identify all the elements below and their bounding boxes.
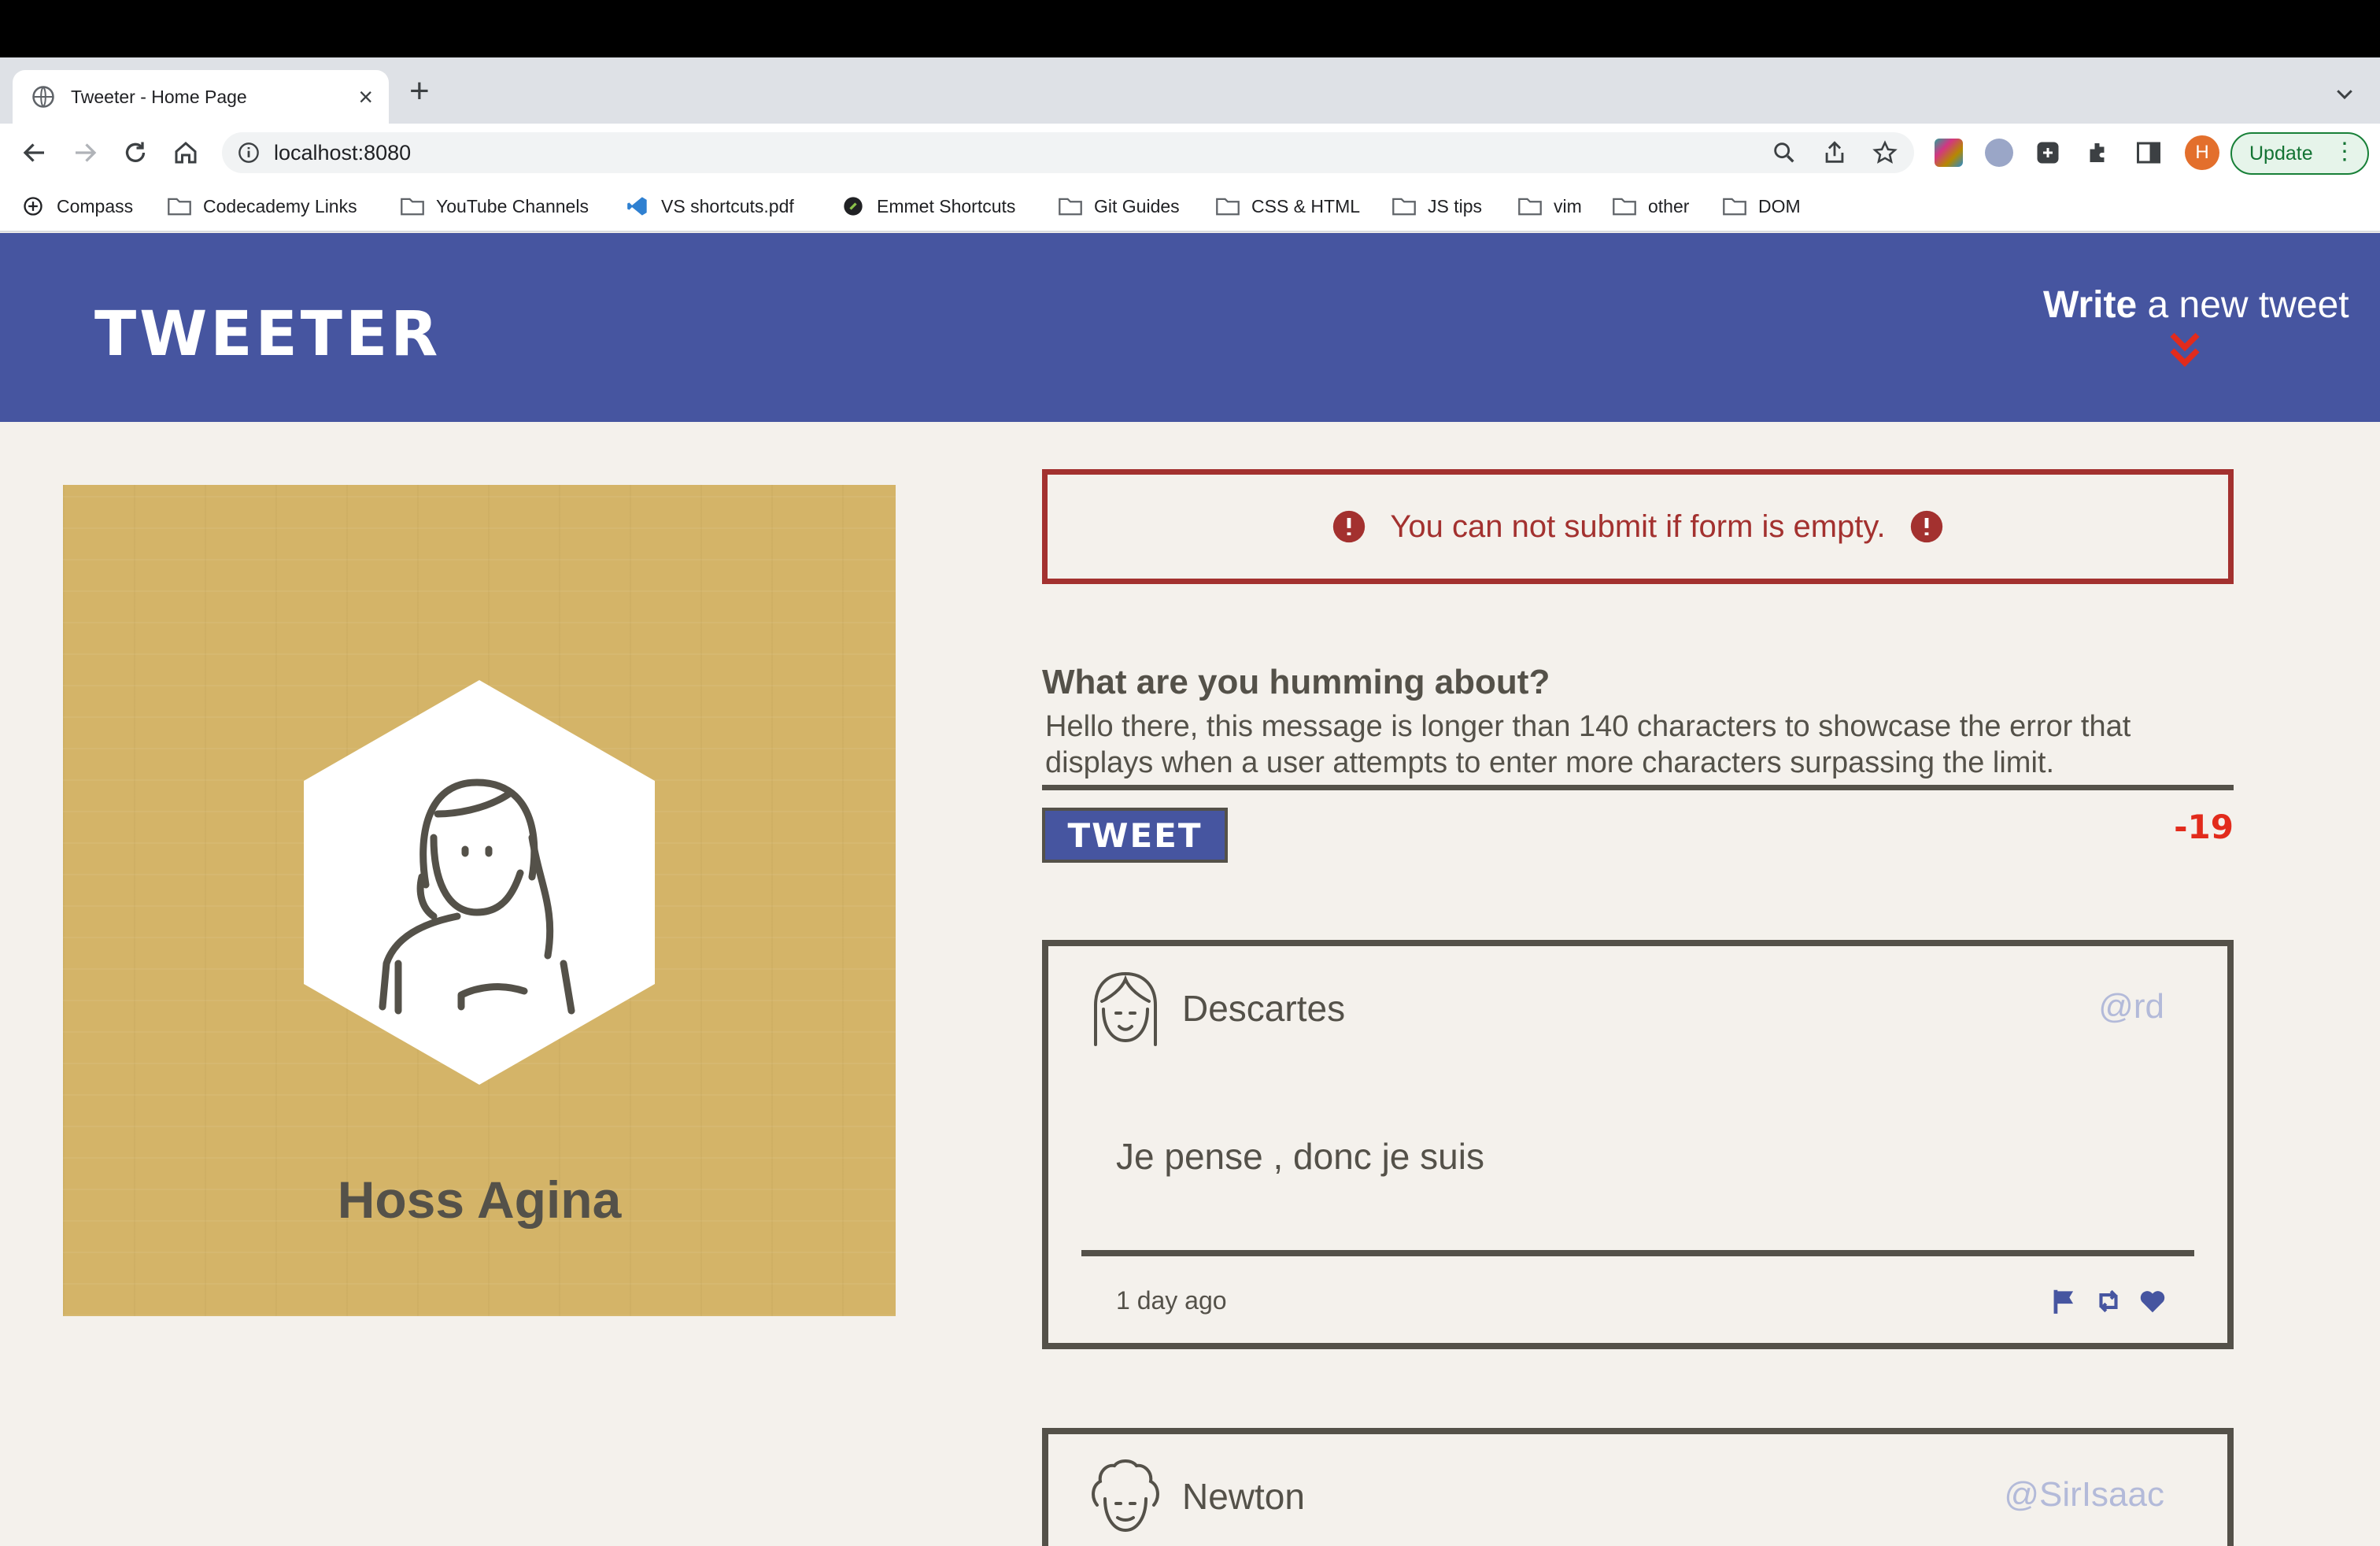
profile-avatar[interactable]: H xyxy=(2185,135,2219,170)
new-tab-button[interactable]: + xyxy=(409,74,430,109)
site-logo[interactable]: TWEETER xyxy=(94,299,441,370)
bookmark-emmet[interactable]: Emmet Shortcuts xyxy=(841,192,1015,220)
zoom-search-icon[interactable] xyxy=(1771,139,1798,166)
bookmark-label: JS tips xyxy=(1428,195,1483,216)
bookmark-folder-youtube[interactable]: YouTube Channels xyxy=(400,192,589,220)
bookmark-star-icon[interactable] xyxy=(1872,139,1898,166)
folder-icon xyxy=(1613,198,1636,216)
user-avatar-icon xyxy=(304,680,655,1085)
vscode-icon xyxy=(627,197,647,216)
tweet-button[interactable]: TWEET xyxy=(1042,808,1228,863)
tweet-actions xyxy=(2049,1286,2168,1316)
write-new-tweet-link[interactable]: Write a new tweet xyxy=(2043,283,2349,327)
double-chevron-down-icon[interactable] xyxy=(2168,331,2202,370)
bookmark-folder-git[interactable]: Git Guides xyxy=(1058,192,1180,220)
address-bar[interactable]: localhost:8080 xyxy=(222,132,1914,173)
globe-icon xyxy=(32,86,54,108)
character-counter: -19 xyxy=(2174,808,2234,846)
side-panel-icon[interactable] xyxy=(2134,139,2163,167)
share-icon[interactable] xyxy=(1821,139,1848,166)
bookmark-folder-other[interactable]: other xyxy=(1612,192,1689,220)
tab-strip: Tweeter - Home Page × xyxy=(0,57,2380,124)
exclamation-circle-icon xyxy=(1910,510,1942,543)
bookmark-label: Compass xyxy=(57,195,134,216)
bookmark-label: Emmet Shortcuts xyxy=(877,195,1016,216)
tweet-divider xyxy=(1081,1250,2194,1256)
emmet-icon xyxy=(844,197,863,216)
folder-icon xyxy=(1392,198,1416,216)
extension-me-icon[interactable] xyxy=(1985,139,2013,167)
url-text[interactable]: localhost:8080 xyxy=(274,141,411,165)
compass-icon xyxy=(24,197,42,216)
bookmark-vs-shortcuts[interactable]: VS shortcuts.pdf xyxy=(625,192,794,220)
folder-icon xyxy=(1216,198,1240,216)
folder-icon xyxy=(401,198,424,216)
tab-tweeter-home[interactable]: Tweeter - Home Page × xyxy=(13,70,389,124)
reload-icon[interactable] xyxy=(121,139,150,167)
bookmark-folder-js-tips[interactable]: JS tips xyxy=(1391,192,1482,220)
write-bold: Write xyxy=(2043,284,2138,326)
update-label: Update xyxy=(2249,142,2313,165)
extension-grammar-icon[interactable] xyxy=(2034,139,2062,167)
site-info-icon[interactable] xyxy=(238,142,260,164)
bookmark-label: vim xyxy=(1554,195,1582,216)
chevron-down-icon[interactable] xyxy=(2333,82,2356,105)
retweet-icon[interactable] xyxy=(2094,1286,2123,1316)
tweet-timestamp: 1 day ago xyxy=(1116,1286,1227,1315)
forward-icon[interactable] xyxy=(71,139,99,167)
tweet-textarea[interactable]: Hello there, this message is longer than… xyxy=(1042,708,2234,790)
bookmark-folder-vim[interactable]: vim xyxy=(1517,192,1582,220)
flag-icon[interactable] xyxy=(2049,1286,2079,1316)
bookmark-label: CSS & HTML xyxy=(1251,195,1361,216)
heart-icon[interactable] xyxy=(2138,1286,2168,1316)
bookmark-label: DOM xyxy=(1758,195,1801,216)
bookmark-folder-css-html[interactable]: CSS & HTML xyxy=(1215,192,1360,220)
bookmark-label: other xyxy=(1648,195,1690,216)
tweet-author-name: Newton xyxy=(1182,1476,1305,1517)
back-icon[interactable] xyxy=(20,139,49,167)
tweet-author-handle: @SirIsaac xyxy=(2004,1475,2164,1514)
bookmark-compass[interactable]: Compass xyxy=(20,192,133,220)
error-message: You can not submit if form is empty. xyxy=(1390,509,1886,544)
folder-icon xyxy=(1723,198,1746,216)
extension-color-icon[interactable] xyxy=(1935,139,1963,167)
write-rest: a new tweet xyxy=(2137,284,2349,326)
bookmark-label: VS shortcuts.pdf xyxy=(661,195,794,216)
home-icon[interactable] xyxy=(172,139,200,167)
profile-card: Hoss Agina xyxy=(63,485,896,1316)
bookmark-label: YouTube Channels xyxy=(436,195,589,216)
newton-avatar-icon xyxy=(1092,1459,1159,1533)
close-tab-icon[interactable]: × xyxy=(358,84,373,109)
error-alert: You can not submit if form is empty. xyxy=(1042,469,2234,584)
exclamation-circle-icon xyxy=(1333,510,1366,543)
more-menu-icon[interactable]: ⋮ xyxy=(2333,140,2356,164)
tweet-card: Newton @SirIsaac xyxy=(1042,1428,2234,1546)
os-menu-bar xyxy=(0,0,2380,57)
bookmark-folder-dom[interactable]: DOM xyxy=(1722,192,1801,220)
tweet-body: Je pense , donc je suis xyxy=(1116,1136,1484,1177)
tweet-author-handle: @rd xyxy=(2098,987,2164,1026)
compose-label: What are you humming about? xyxy=(1042,663,1550,701)
bookmark-label: Git Guides xyxy=(1094,195,1180,216)
folder-icon xyxy=(1059,198,1082,216)
folder-icon xyxy=(168,198,191,216)
extensions-puzzle-icon[interactable] xyxy=(2084,139,2112,167)
update-button[interactable]: Update ⋮ xyxy=(2230,132,2369,175)
bookmark-label: Codecademy Links xyxy=(203,195,357,216)
folder-icon xyxy=(1518,198,1542,216)
tab-title: Tweeter - Home Page xyxy=(71,86,247,107)
descartes-avatar-icon xyxy=(1094,971,1157,1046)
tweet-card: Descartes @rd Je pense , donc je suis 1 … xyxy=(1042,940,2234,1349)
bookmark-folder-codecademy[interactable]: Codecademy Links xyxy=(167,192,357,220)
profile-name: Hoss Agina xyxy=(337,1171,622,1229)
tweet-author-name: Descartes xyxy=(1182,988,1346,1029)
